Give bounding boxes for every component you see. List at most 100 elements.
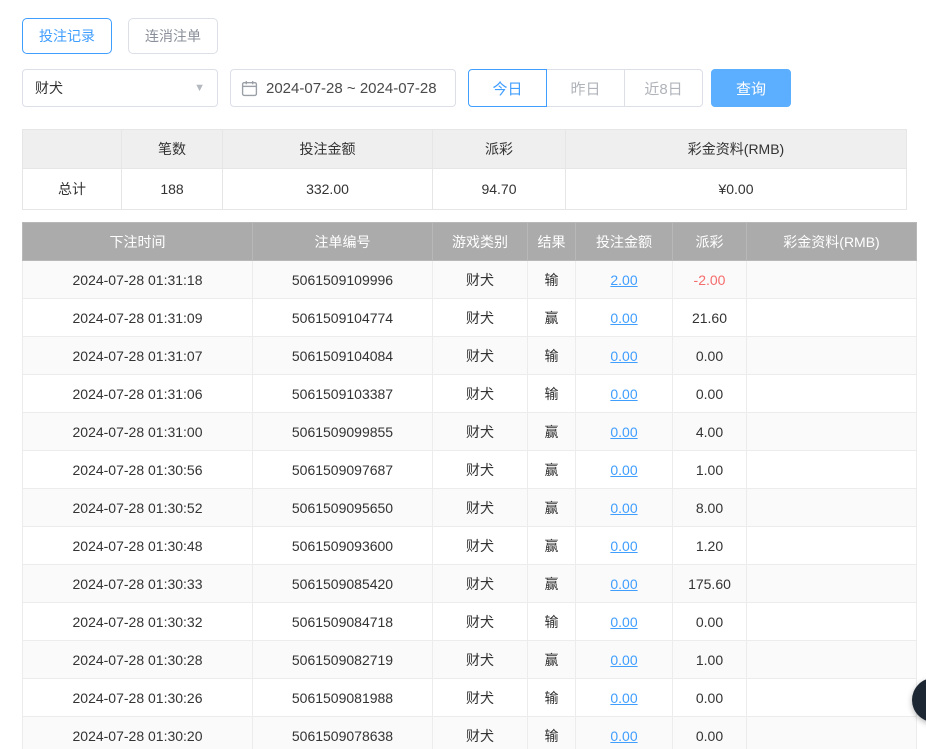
cell-bet-time: 2024-07-28 01:31:09 [23, 299, 253, 337]
table-row: 2024-07-28 01:30:525061509095650财犬赢0.008… [23, 489, 917, 527]
summary-header-blank [23, 130, 122, 169]
cell-bet-amount: 0.00 [576, 489, 673, 527]
bet-records-table: 下注时间注单编号游戏类别结果投注金额派彩彩金资料(RMB) 2024-07-28… [22, 222, 917, 749]
table-row: 2024-07-28 01:30:265061509081988财犬输0.000… [23, 679, 917, 717]
cell-bet-amount: 0.00 [576, 299, 673, 337]
cell-result: 赢 [528, 299, 576, 337]
cell-result: 赢 [528, 413, 576, 451]
bet-amount-link[interactable]: 0.00 [610, 310, 637, 326]
column-header: 游戏类别 [433, 223, 528, 261]
cell-payout: 8.00 [673, 489, 747, 527]
bet-amount-link[interactable]: 0.00 [610, 728, 637, 744]
cell-bet-amount: 2.00 [576, 261, 673, 299]
cell-game-type: 财犬 [433, 527, 528, 565]
summary-header-bonus: 彩金资料(RMB) [566, 130, 907, 169]
cell-bet-time: 2024-07-28 01:31:06 [23, 375, 253, 413]
cell-bet-time: 2024-07-28 01:31:00 [23, 413, 253, 451]
quick-filter-yesterday[interactable]: 昨日 [546, 69, 625, 107]
cell-result: 赢 [528, 451, 576, 489]
cell-order-id: 5061509095650 [253, 489, 433, 527]
bet-amount-link[interactable]: 0.00 [610, 462, 637, 478]
bet-amount-link[interactable]: 0.00 [610, 386, 637, 402]
cell-order-id: 5061509103387 [253, 375, 433, 413]
cell-payout: 1.00 [673, 451, 747, 489]
date-range-picker[interactable]: 2024-07-28 ~ 2024-07-28 [230, 69, 456, 107]
cell-game-type: 财犬 [433, 375, 528, 413]
cell-game-type: 财犬 [433, 451, 528, 489]
cell-result: 赢 [528, 565, 576, 603]
cell-bet-time: 2024-07-28 01:30:56 [23, 451, 253, 489]
bet-table-body: 2024-07-28 01:31:185061509109996财犬输2.00-… [23, 261, 917, 749]
cell-order-id: 5061509097687 [253, 451, 433, 489]
game-select[interactable]: 财犬 ▼ [22, 69, 218, 107]
bet-amount-link[interactable]: 0.00 [610, 424, 637, 440]
cell-bet-amount: 0.00 [576, 413, 673, 451]
cell-order-id: 5061509093600 [253, 527, 433, 565]
cell-order-id: 5061509085420 [253, 565, 433, 603]
column-header: 投注金额 [576, 223, 673, 261]
cell-bet-time: 2024-07-28 01:30:48 [23, 527, 253, 565]
bet-amount-link[interactable]: 0.00 [610, 348, 637, 364]
quick-filter-last-8-days[interactable]: 近8日 [624, 69, 703, 107]
table-row: 2024-07-28 01:30:285061509082719财犬赢0.001… [23, 641, 917, 679]
cell-bet-amount: 0.00 [576, 679, 673, 717]
summary-header-bet-amount: 投注金额 [223, 130, 433, 169]
summary-header-count: 笔数 [122, 130, 223, 169]
cell-bonus [747, 261, 917, 299]
column-header: 派彩 [673, 223, 747, 261]
cell-game-type: 财犬 [433, 261, 528, 299]
cell-result: 赢 [528, 527, 576, 565]
summary-total-bet-amount: 332.00 [223, 169, 433, 210]
bet-amount-link[interactable]: 0.00 [610, 652, 637, 668]
cell-payout: 0.00 [673, 337, 747, 375]
cell-result: 输 [528, 375, 576, 413]
cell-result: 输 [528, 261, 576, 299]
table-row: 2024-07-28 01:31:185061509109996财犬输2.00-… [23, 261, 917, 299]
tab-cancelled-orders[interactable]: 连消注单 [128, 18, 218, 54]
cell-result: 输 [528, 603, 576, 641]
summary-table: 笔数 投注金额 派彩 彩金资料(RMB) 总计 188 332.00 94.70… [22, 129, 907, 210]
cell-order-id: 5061509084718 [253, 603, 433, 641]
chevron-down-icon: ▼ [194, 82, 205, 94]
cell-payout: 175.60 [673, 565, 747, 603]
bet-amount-link[interactable]: 0.00 [610, 690, 637, 706]
table-row: 2024-07-28 01:30:335061509085420财犬赢 0.00 1… [23, 565, 917, 603]
cell-bet-amount: 0.00 [576, 527, 673, 565]
cell-payout: 0.00 [673, 717, 747, 749]
cell-order-id: 5061509104084 [253, 337, 433, 375]
calendar-icon [241, 80, 258, 97]
cell-game-type: 财犬 [433, 565, 528, 603]
cell-order-id: 5061509081988 [253, 679, 433, 717]
cell-payout: 0.00 [673, 679, 747, 717]
cell-game-type: 财犬 [433, 413, 528, 451]
cell-bonus [747, 337, 917, 375]
cell-bet-time: 2024-07-28 01:31:07 [23, 337, 253, 375]
table-row: 2024-07-28 01:30:565061509097687财犬赢 0.00 1… [23, 451, 917, 489]
table-row: 2024-07-28 01:31:075061509104084财犬输0.000… [23, 337, 917, 375]
tab-betting-records[interactable]: 投注记录 [22, 18, 112, 54]
column-header: 彩金资料(RMB) [747, 223, 917, 261]
cell-bet-amount: 0.00 [576, 565, 673, 603]
bet-amount-link[interactable]: 0.00 [610, 614, 637, 630]
cell-game-type: 财犬 [433, 299, 528, 337]
quick-filter-group: 今日 昨日 近8日 [468, 69, 703, 107]
cell-game-type: 财犬 [433, 337, 528, 375]
cell-bet-amount: 0.00 [576, 375, 673, 413]
cell-order-id: 5061509078638 [253, 717, 433, 749]
cell-bonus [747, 451, 917, 489]
quick-filter-today[interactable]: 今日 [468, 69, 547, 107]
cell-game-type: 财犬 [433, 603, 528, 641]
cell-bonus [747, 717, 917, 749]
bet-amount-link[interactable]: 0.00 [610, 500, 637, 516]
cell-bonus [747, 413, 917, 451]
cell-bonus [747, 299, 917, 337]
cell-bet-time: 2024-07-28 01:30:33 [23, 565, 253, 603]
bet-amount-link[interactable]: 0.00 [610, 538, 637, 554]
column-header: 注单编号 [253, 223, 433, 261]
bet-amount-link[interactable]: 2.00 [610, 272, 637, 288]
cell-order-id: 5061509104774 [253, 299, 433, 337]
search-button[interactable]: 查询 [711, 69, 791, 107]
bet-amount-link[interactable]: 0.00 [610, 576, 637, 592]
cell-payout: 0.00 [673, 603, 747, 641]
cell-order-id: 5061509109996 [253, 261, 433, 299]
